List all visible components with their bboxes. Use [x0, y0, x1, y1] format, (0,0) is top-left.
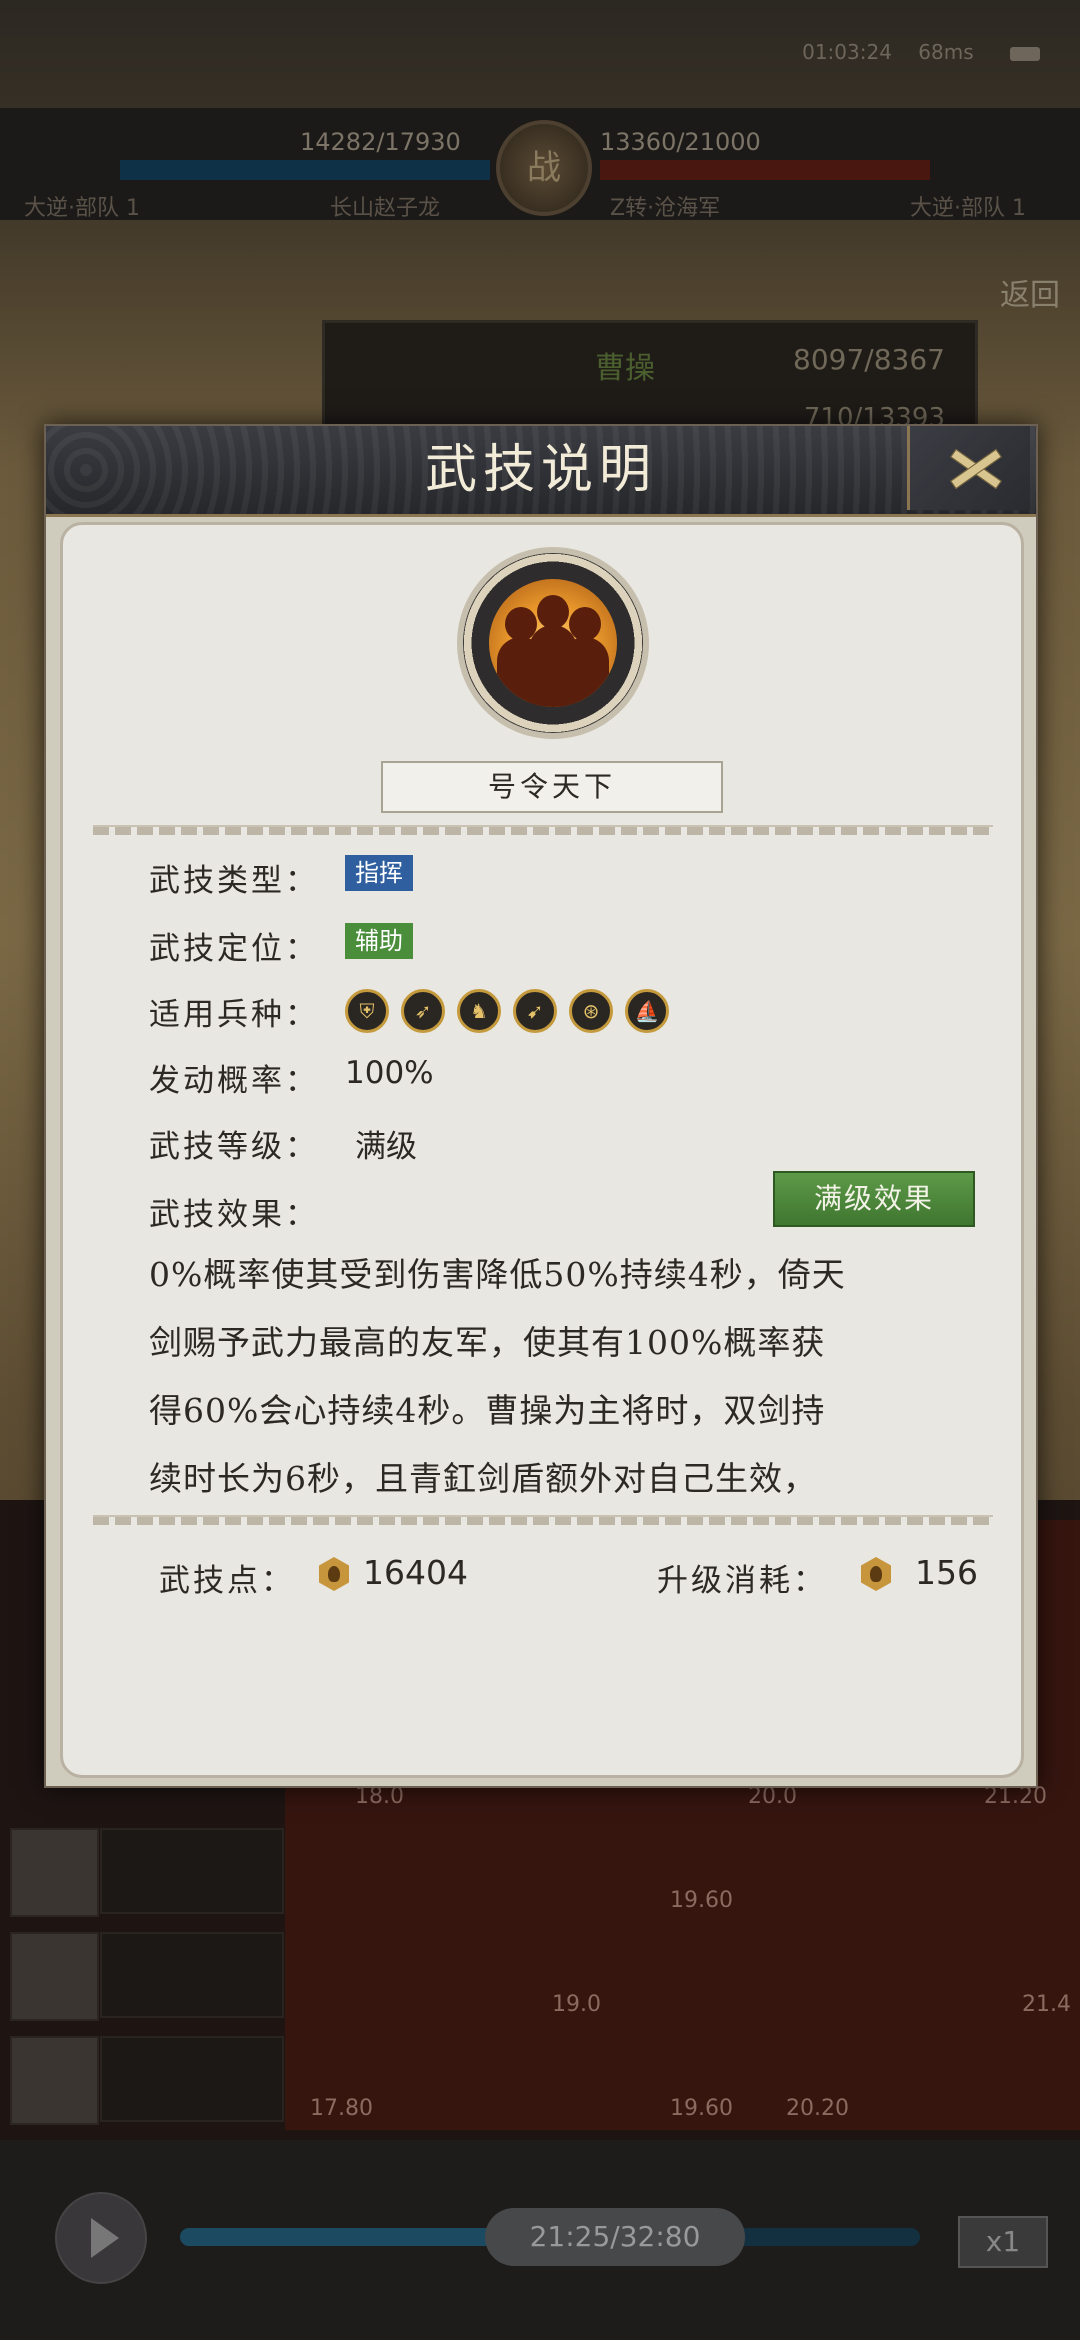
right-hp-text: 13360/21000 [600, 128, 761, 156]
dialog-body: 号令天下 武技类型： 指挥 武技定位： 辅助 适用兵种： ⛨ ➶ ♞ ➹ ⊛ ⛵… [60, 522, 1024, 1778]
skill-type-label: 武技类型： [149, 863, 319, 899]
hero-row-info [100, 2036, 284, 2122]
timeline-mark: 19.60 [670, 2096, 733, 2121]
wheel-icon: ⊛ [569, 989, 613, 1033]
skill-effect-label: 武技效果： [149, 1197, 319, 1233]
skill-points-value: 16404 [363, 1553, 468, 1592]
ping: 68ms [918, 40, 974, 64]
dialog-title: 武技说明 [424, 440, 657, 500]
close-button[interactable] [907, 426, 1030, 510]
effect-line: 剑赐予武力最高的友军，使其有100%概率获 [149, 1323, 826, 1362]
bow-icon: ➹ [513, 989, 557, 1033]
timeline-mark: 20.20 [786, 2096, 849, 2121]
skill-role-label: 武技定位： [149, 931, 319, 967]
right-team-label: 大逆·部队 1 [910, 196, 1026, 221]
timeline-mark: 19.60 [670, 1888, 733, 1913]
spear-icon: ➶ [401, 989, 445, 1033]
battle-emblem: 战 [496, 120, 592, 216]
skill-icon [463, 553, 643, 733]
shield-icon: ⛨ [345, 989, 389, 1033]
left-hp-text: 14282/17930 [300, 128, 461, 156]
skill-name: 号令天下 [381, 761, 723, 813]
return-button[interactable]: 返回 [1000, 270, 1060, 314]
clock: 01:03:24 [802, 40, 892, 64]
skill-point-coin-icon [319, 1557, 349, 1591]
battery-icon [1010, 46, 1040, 61]
effect-line: 续时长为6秒，且青釭剑盾额外对自己生效， [149, 1459, 817, 1498]
timeline-mark: 19.0 [552, 1992, 601, 2017]
upgrade-cost-value: 156 [915, 1553, 978, 1592]
skill-points-label: 武技点： [159, 1563, 295, 1599]
right-hp-bar [600, 160, 930, 180]
skill-role-badge: 辅助 [345, 923, 413, 959]
hero-row-info [100, 1932, 284, 2018]
skill-level-label: 武技等级： [149, 1129, 319, 1165]
trigger-rate-value: 100% [345, 1055, 434, 1091]
skill-effect-text[interactable]: 0%概率使其受到伤害降低50%持续4秒，倚天 剑赐予武力最高的友军，使其有100… [149, 1241, 949, 1513]
hero-portrait[interactable] [10, 1828, 99, 1917]
divider [93, 825, 993, 835]
effect-line: 得60%会心持续4秒。曹操为主将时，双剑持 [149, 1391, 826, 1430]
left-commander-name: 长山赵子龙 [330, 196, 441, 221]
trigger-rate-label: 发动概率： [149, 1063, 319, 1099]
figure-shape [561, 607, 609, 707]
divider [93, 1515, 993, 1525]
play-button[interactable] [55, 2192, 147, 2284]
left-team-label: 大逆·部队 1 [24, 196, 140, 221]
status-bar: 01:03:24 68ms [802, 40, 1040, 64]
upgrade-coin-icon [861, 1557, 891, 1591]
left-hp-bar [120, 160, 490, 180]
effect-line: 0%概率使其受到伤害降低50%持续4秒，倚天 [149, 1255, 846, 1294]
upgrade-cost-label: 升级消耗： [657, 1563, 827, 1599]
dialog-header: 武技说明 [46, 426, 1036, 517]
skill-icon-art [489, 579, 617, 707]
ship-icon: ⛵ [625, 989, 669, 1033]
hero-portrait[interactable] [10, 1932, 99, 2021]
hero-name: 曹操 [595, 351, 655, 386]
skill-type-badge: 指挥 [345, 855, 413, 891]
right-commander-name: Z转·沧海军 [610, 196, 721, 221]
troop-types-label: 适用兵种： [149, 997, 319, 1033]
timeline-mark: 17.80 [310, 2096, 373, 2121]
skill-info-dialog: 武技说明 号令天下 武技类型： 指挥 武技定位： 辅助 适用兵种： ⛨ ➶ ♞ … [44, 424, 1038, 1788]
hero-portrait[interactable] [10, 2036, 99, 2125]
speed-button[interactable]: x1 [958, 2216, 1048, 2268]
hero-row-info [100, 1828, 284, 1914]
playback-time: 21:25/32:80 [485, 2208, 745, 2266]
hero-hp: 8097/8367 [793, 343, 945, 376]
timeline-mark: 21.4 [1022, 1992, 1071, 2017]
max-level-effect-button[interactable]: 满级效果 [773, 1171, 975, 1227]
horse-icon: ♞ [457, 989, 501, 1033]
skill-level-value: 满级 [355, 1129, 417, 1165]
